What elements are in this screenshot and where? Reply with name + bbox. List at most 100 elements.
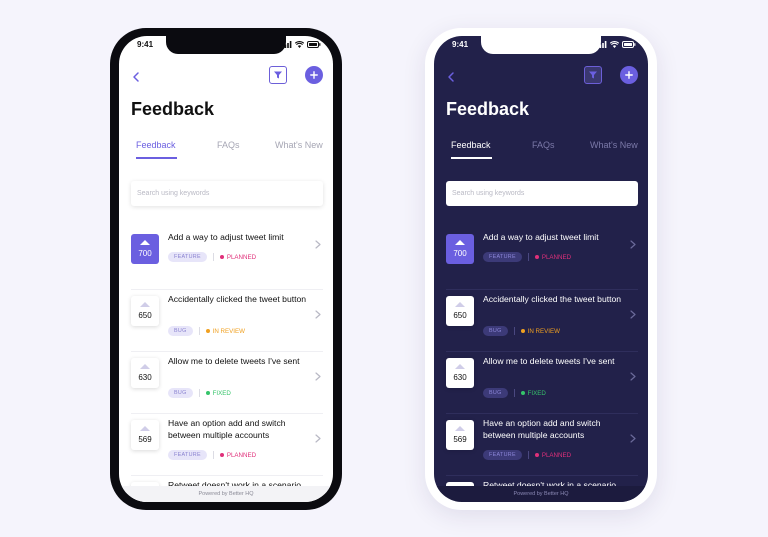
status-label: PLANNED bbox=[534, 451, 572, 459]
list-item[interactable]: 569 Have an option add and switch betwee… bbox=[446, 414, 638, 476]
chevron-right-icon bbox=[315, 434, 321, 443]
list-item[interactable]: 650 Accidentally clicked the tweet butto… bbox=[446, 290, 638, 352]
list-item[interactable]: 700 Add a way to adjust tweet limit FEAT… bbox=[131, 228, 323, 290]
chevron-right-icon bbox=[630, 310, 636, 319]
tag-badge: BUG bbox=[168, 388, 193, 398]
page-title: Feedback bbox=[446, 99, 530, 119]
status-label: PLANNED bbox=[219, 452, 256, 459]
vote-count: 630 bbox=[138, 373, 152, 382]
list-item[interactable]: 650 Accidentally clicked the tweet butto… bbox=[131, 290, 323, 352]
chevron-left-icon[interactable] bbox=[444, 70, 458, 84]
item-meta: FEATURE PLANNED bbox=[168, 450, 256, 460]
item-meta: FEATURE PLANNED bbox=[483, 450, 571, 460]
filter-button[interactable] bbox=[584, 66, 602, 84]
chevron-right-icon bbox=[630, 434, 636, 443]
vote-button[interactable]: 700 bbox=[446, 234, 474, 264]
status-label: PLANNED bbox=[534, 254, 571, 261]
tab-whats-new[interactable]: What's New bbox=[590, 140, 638, 150]
wifi-icon bbox=[610, 41, 619, 48]
screen-light: 9:41 Feedback Feedback FAQs What's New S… bbox=[119, 36, 333, 502]
item-meta: FEATURE PLANNED bbox=[483, 252, 571, 262]
list-item[interactable]: 700 Add a way to adjust tweet limit FEAT… bbox=[446, 228, 638, 290]
vote-button[interactable]: 650 bbox=[446, 296, 474, 326]
list-item[interactable]: 630 Allow me to delete tweets I've sent … bbox=[131, 352, 323, 414]
filter-icon bbox=[274, 71, 282, 79]
item-title: Accidentally clicked the tweet button bbox=[168, 294, 307, 304]
item-meta: BUG FIXED bbox=[168, 388, 231, 398]
search-input[interactable]: Search using keywords bbox=[446, 181, 638, 206]
upvote-icon bbox=[140, 426, 150, 431]
search-input[interactable]: Search using keywords bbox=[131, 181, 323, 206]
status-dot bbox=[219, 453, 224, 457]
meta-divider bbox=[513, 327, 515, 335]
status-text: IN REVIEW bbox=[212, 327, 245, 335]
status-dot bbox=[534, 453, 539, 457]
item-meta: FEATURE PLANNED bbox=[168, 252, 256, 262]
wifi-icon bbox=[295, 41, 304, 48]
list-item[interactable]: 569 Have an option add and switch betwee… bbox=[131, 414, 323, 476]
vote-count: 569 bbox=[453, 435, 467, 444]
item-title: Have an option add and switch between mu… bbox=[168, 418, 286, 440]
page-title: Feedback bbox=[131, 99, 215, 119]
plus-icon bbox=[625, 71, 633, 79]
vote-count: 700 bbox=[138, 249, 152, 258]
battery-icon bbox=[307, 41, 321, 48]
tag-badge: BUG bbox=[483, 326, 508, 336]
item-title: Add a way to adjust tweet limit bbox=[168, 232, 284, 242]
tab-bar: Feedback FAQs What's New bbox=[446, 140, 646, 162]
active-tab-indicator bbox=[136, 157, 177, 159]
phone-light: 9:41 Feedback Feedback FAQs What's New S… bbox=[110, 28, 342, 510]
tag-badge: FEATURE bbox=[483, 252, 522, 262]
status-icons bbox=[282, 41, 321, 48]
chevron-left-icon[interactable] bbox=[129, 70, 143, 84]
meta-divider bbox=[527, 451, 529, 459]
add-button[interactable] bbox=[620, 66, 638, 84]
item-meta: BUG FIXED bbox=[483, 388, 546, 398]
tag-badge: FEATURE bbox=[168, 450, 207, 460]
item-title: Have an option add and switch between mu… bbox=[483, 418, 601, 440]
tab-feedback[interactable]: Feedback bbox=[451, 140, 491, 150]
meta-divider bbox=[198, 327, 200, 335]
status-text: PLANNED bbox=[226, 253, 257, 261]
tab-faqs[interactable]: FAQs bbox=[217, 140, 240, 150]
tag-badge: FEATURE bbox=[483, 450, 522, 460]
screen-dark: 9:41 Feedback Feedback FAQs What's New S… bbox=[434, 36, 648, 502]
add-button[interactable] bbox=[305, 66, 323, 84]
vote-button[interactable]: 630 bbox=[446, 358, 474, 388]
upvote-icon bbox=[140, 364, 150, 369]
tab-bar: Feedback FAQs What's New bbox=[131, 140, 331, 162]
meta-divider bbox=[198, 389, 200, 397]
phone-dark: 9:41 Feedback Feedback FAQs What's New S… bbox=[425, 28, 657, 510]
tab-feedback[interactable]: Feedback bbox=[136, 140, 176, 150]
tab-faqs[interactable]: FAQs bbox=[532, 140, 555, 150]
vote-button[interactable]: 569 bbox=[446, 420, 474, 450]
chevron-right-icon bbox=[315, 372, 321, 381]
vote-button[interactable]: 630 bbox=[131, 358, 159, 388]
upvote-icon bbox=[455, 240, 465, 245]
vote-button[interactable]: 700 bbox=[131, 234, 159, 264]
status-dot bbox=[219, 255, 224, 259]
powered-by-footer: Powered by Better HQ bbox=[119, 486, 333, 502]
vote-button[interactable]: 569 bbox=[131, 420, 159, 450]
status-text: FIXED bbox=[212, 389, 231, 397]
status-text: PLANNED bbox=[541, 451, 572, 459]
notch bbox=[481, 36, 601, 54]
meta-divider bbox=[513, 389, 515, 397]
vote-button[interactable]: 650 bbox=[131, 296, 159, 326]
chevron-right-icon bbox=[630, 240, 636, 249]
status-label: IN REVIEW bbox=[520, 328, 560, 335]
tag-badge: FEATURE bbox=[168, 252, 207, 262]
filter-button[interactable] bbox=[269, 66, 287, 84]
vote-count: 569 bbox=[138, 435, 152, 444]
tab-whats-new[interactable]: What's New bbox=[275, 140, 323, 150]
status-label: FIXED bbox=[205, 389, 231, 397]
status-dot bbox=[520, 329, 525, 333]
meta-divider bbox=[212, 253, 214, 261]
status-icons bbox=[597, 41, 636, 48]
status-label: PLANNED bbox=[219, 253, 257, 261]
vote-count: 700 bbox=[453, 249, 467, 258]
upvote-icon bbox=[140, 302, 150, 307]
tag-badge: BUG bbox=[168, 326, 193, 336]
list-item[interactable]: 630 Allow me to delete tweets I've sent … bbox=[446, 352, 638, 414]
vote-count: 650 bbox=[138, 311, 152, 320]
